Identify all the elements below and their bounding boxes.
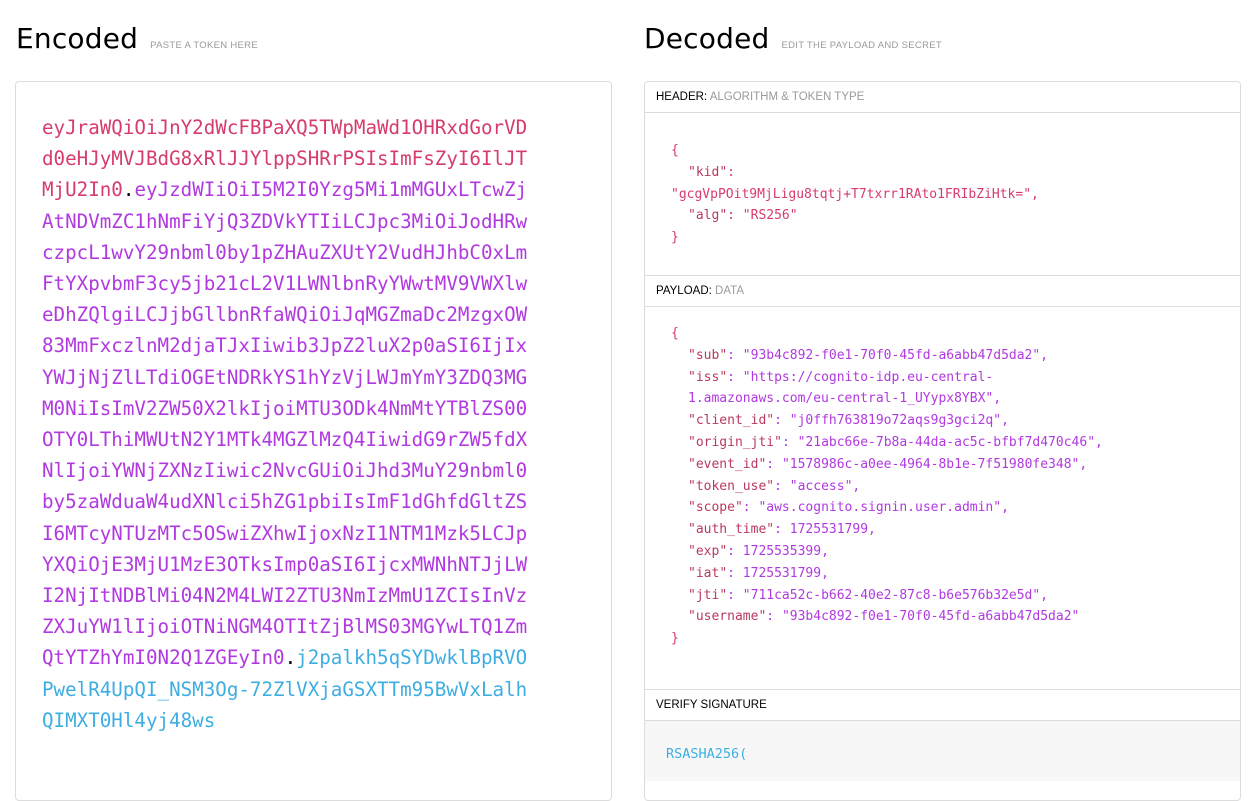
payload-section-label: PAYLOAD: bbox=[656, 285, 712, 297]
header-json-editor[interactable]: { kid: gcgVpPOit9MjLigu8tqtj+T7txrr1RAto… bbox=[645, 113, 1240, 276]
json-key: iat bbox=[688, 566, 727, 581]
open-brace: { bbox=[671, 326, 679, 341]
json-key: client_id bbox=[688, 413, 774, 428]
payload-section-title: PAYLOAD: DATA bbox=[645, 276, 1240, 307]
json-value: 93b4c892-f0e1-70f0-45fd-a6abb47d5da2 bbox=[782, 609, 1079, 624]
json-value: 711ca52c-b662-40e2-87c8-b6e576b32e5d bbox=[743, 588, 1040, 603]
decoded-heading: Decoded EDIT THE PAYLOAD AND SECRET bbox=[644, 22, 942, 55]
payload-section-sublabel: DATA bbox=[715, 285, 744, 297]
json-key: scope bbox=[688, 500, 743, 515]
json-value: 1725535399 bbox=[742, 543, 822, 559]
header-json[interactable]: { kid: gcgVpPOit9MjLigu8tqtj+T7txrr1RAto… bbox=[671, 140, 1240, 249]
json-key: exp bbox=[688, 544, 727, 559]
token-text[interactable]: eyJraWQiOiJnY2dWcFBPaXQ5TWpMaWd1OHRxdGor… bbox=[42, 112, 534, 736]
json-value: "https://cognito-idp.eu-central- 1.amazo… bbox=[688, 369, 1002, 407]
json-key: kid bbox=[688, 165, 727, 180]
json-value: 93b4c892-f0e1-70f0-45fd-a6abb47d5da2 bbox=[743, 348, 1040, 363]
json-value-text: https://cognito-idp.eu-central- 1.amazon… bbox=[688, 369, 994, 407]
token-dot: . bbox=[122, 178, 135, 202]
encoded-heading: Encoded PASTE A TOKEN HERE bbox=[16, 22, 258, 55]
json-key: origin_jti bbox=[688, 435, 782, 450]
json-key: jti bbox=[688, 588, 727, 603]
close-brace: } bbox=[671, 230, 679, 246]
encoded-token-input[interactable]: eyJraWQiOiJnY2dWcFBPaXQ5TWpMaWd1OHRxdGor… bbox=[15, 81, 612, 801]
header-section-sublabel: ALGORITHM & TOKEN TYPE bbox=[709, 91, 865, 103]
header-section-label: HEADER: bbox=[656, 91, 708, 103]
json-key: token_use bbox=[688, 479, 774, 494]
header-section-title: HEADER: ALGORITHM & TOKEN TYPE bbox=[645, 82, 1240, 113]
decoded-panel: HEADER: ALGORITHM & TOKEN TYPE { kid: gc… bbox=[644, 81, 1241, 801]
json-key: iss bbox=[688, 370, 727, 385]
open-brace: { bbox=[671, 143, 679, 158]
json-value: j0ffh763819o72aqs9g3gci2q bbox=[790, 413, 1001, 428]
payload-json-editor[interactable]: { sub: 93b4c892-f0e1-70f0-45fd-a6abb47d5… bbox=[645, 307, 1240, 690]
json-value: RS256 bbox=[743, 208, 798, 223]
json-value: 1578986c-a0ee-4964-8b1e-7f51980fe348 bbox=[782, 457, 1079, 472]
json-key: alg bbox=[688, 208, 727, 223]
token-dot: . bbox=[284, 646, 297, 670]
encoded-subtitle: PASTE A TOKEN HERE bbox=[150, 40, 258, 51]
json-value: gcgVpPOit9MjLigu8tqtj+T7txrr1RAto1FRIbZi… bbox=[671, 187, 1031, 202]
token-payload-part: eyJzdWIiOiI5M2I0Yzg5Mi1mMGUxLTcwZjAtNDVm… bbox=[42, 178, 528, 670]
signature-editor[interactable]: RSASHA256( bbox=[645, 721, 1240, 781]
json-value: access bbox=[790, 479, 853, 494]
json-key: sub bbox=[688, 348, 727, 363]
json-value: aws.cognito.signin.user.admin bbox=[758, 500, 1001, 515]
signature-code: RSASHA256( bbox=[666, 746, 748, 762]
json-key: auth_time bbox=[688, 522, 774, 537]
json-value: 21abc66e-7b8a-44da-ac5c-bfbf7d470c46 bbox=[798, 435, 1095, 450]
json-key: username bbox=[688, 609, 766, 624]
json-value: 1725531799 bbox=[789, 522, 869, 538]
json-key: event_id bbox=[688, 457, 766, 472]
decoded-subtitle: EDIT THE PAYLOAD AND SECRET bbox=[781, 40, 942, 51]
payload-json[interactable]: { sub: 93b4c892-f0e1-70f0-45fd-a6abb47d5… bbox=[671, 323, 1240, 650]
encoded-title: Encoded bbox=[16, 22, 139, 55]
signature-section-label: VERIFY SIGNATURE bbox=[656, 699, 767, 711]
signature-section-title: VERIFY SIGNATURE bbox=[645, 690, 1240, 721]
close-brace: } bbox=[671, 631, 679, 647]
json-value: 1725531799 bbox=[742, 565, 822, 581]
decoded-title: Decoded bbox=[644, 22, 770, 55]
